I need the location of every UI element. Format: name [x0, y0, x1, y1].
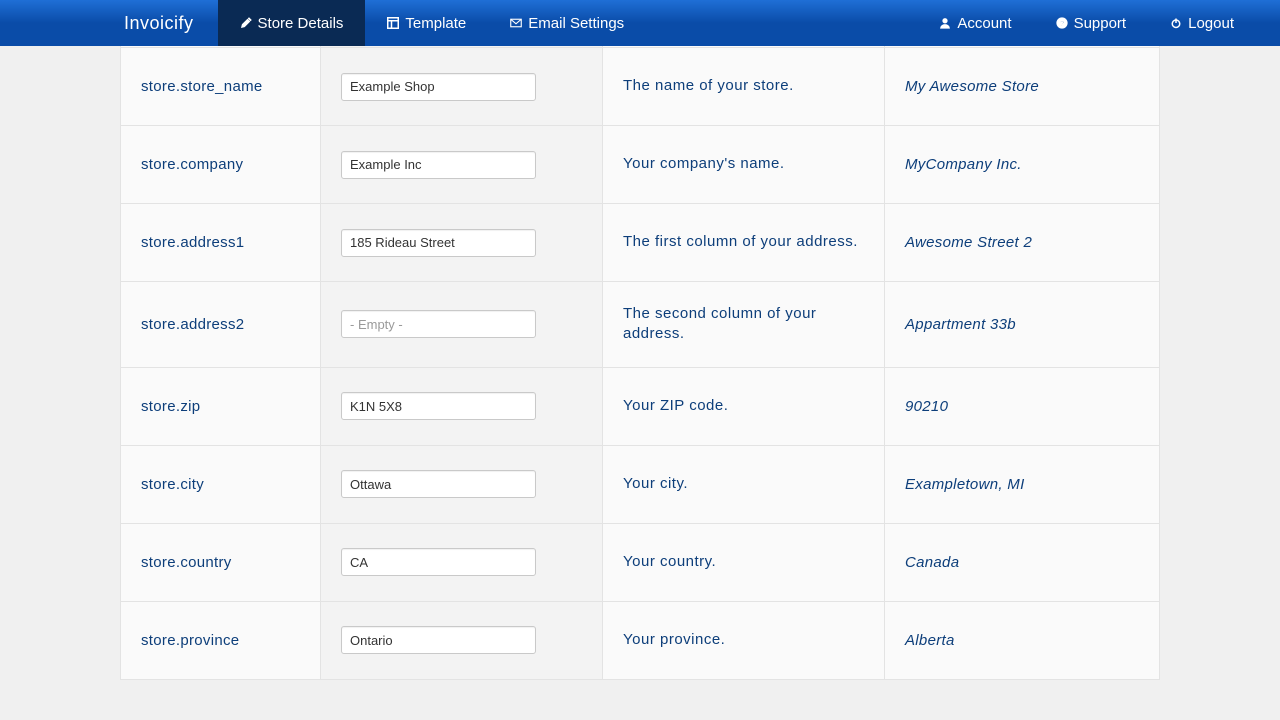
nav-label: Support	[1074, 15, 1127, 32]
field-example: Canada	[885, 523, 1160, 601]
field-code: store.company	[121, 126, 321, 204]
field-description: Your city.	[603, 445, 885, 523]
field-example: Appartment 33b	[885, 282, 1160, 368]
field-input[interactable]	[341, 392, 536, 420]
field-example: Exampletown, MI	[885, 445, 1160, 523]
table-row: store.city Your city.Exampletown, MI	[121, 445, 1160, 523]
table-row: store.zip Your ZIP code.90210	[121, 367, 1160, 445]
field-input-cell	[321, 523, 603, 601]
nav-account[interactable]: Account	[917, 0, 1033, 46]
field-description: Your country.	[603, 523, 885, 601]
field-code: store.address1	[121, 204, 321, 282]
field-input[interactable]	[341, 310, 536, 338]
field-input[interactable]	[341, 548, 536, 576]
field-input-cell	[321, 601, 603, 679]
nav-logout[interactable]: Logout	[1148, 0, 1256, 46]
page-body: store.store_name The name of your store.M…	[0, 46, 1280, 720]
field-input[interactable]	[341, 626, 536, 654]
nav-label: Logout	[1188, 15, 1234, 32]
nav-label: Email Settings	[528, 15, 624, 32]
field-code: store.province	[121, 601, 321, 679]
field-input[interactable]	[341, 151, 536, 179]
nav-template[interactable]: Template	[365, 0, 488, 46]
field-description: The second column of your address.	[603, 282, 885, 368]
field-input[interactable]	[341, 470, 536, 498]
field-input-cell	[321, 367, 603, 445]
svg-text:?: ?	[1059, 19, 1064, 28]
field-code: store.address2	[121, 282, 321, 368]
table-row: store.country Your country.Canada	[121, 523, 1160, 601]
pencil-icon	[240, 17, 252, 29]
field-description: The name of your store.	[603, 48, 885, 126]
table-row: store.company Your company's name.MyCompa…	[121, 126, 1160, 204]
field-example: Alberta	[885, 601, 1160, 679]
field-example: 90210	[885, 367, 1160, 445]
user-icon	[939, 17, 951, 29]
nav-label: Template	[405, 15, 466, 32]
field-code: store.store_name	[121, 48, 321, 126]
field-input-cell	[321, 282, 603, 368]
nav-right: Account? Support Logout	[917, 0, 1256, 46]
table-row: store.province Your province.Alberta	[121, 601, 1160, 679]
nav-label: Store Details	[258, 15, 344, 32]
power-icon	[1170, 17, 1182, 29]
field-input[interactable]	[341, 229, 536, 257]
field-input-cell	[321, 204, 603, 282]
store-fields-tbody: store.store_name The name of your store.M…	[121, 46, 1160, 679]
brand-logo: Invoicify	[100, 0, 218, 46]
field-input-cell	[321, 445, 603, 523]
field-description: Your ZIP code.	[603, 367, 885, 445]
layout-icon	[387, 17, 399, 29]
field-example: Awesome Street 2	[885, 204, 1160, 282]
field-code: store.zip	[121, 367, 321, 445]
nav-email[interactable]: Email Settings	[488, 0, 646, 46]
nav-left: Store Details Template Email Settings	[218, 0, 647, 46]
store-fields-table: store.store_name The name of your store.M…	[120, 46, 1160, 680]
content-panel: store.store_name The name of your store.M…	[120, 46, 1160, 720]
table-row: store.store_name The name of your store.M…	[121, 48, 1160, 126]
table-row: store.address1 The first column of your a…	[121, 204, 1160, 282]
nav-support[interactable]: ? Support	[1034, 0, 1149, 46]
envelope-icon	[510, 17, 522, 29]
table-row: store.address2 The second column of your …	[121, 282, 1160, 368]
field-code: store.city	[121, 445, 321, 523]
question-icon: ?	[1056, 17, 1068, 29]
field-example: MyCompany Inc.	[885, 126, 1160, 204]
field-input-cell	[321, 126, 603, 204]
field-input[interactable]	[341, 73, 536, 101]
top-nav: Invoicify Store Details Template Email Set…	[0, 0, 1280, 46]
field-code: store.country	[121, 523, 321, 601]
field-example: My Awesome Store	[885, 48, 1160, 126]
field-description: Your company's name.	[603, 126, 885, 204]
field-input-cell	[321, 48, 603, 126]
nav-store-details[interactable]: Store Details	[218, 0, 366, 46]
field-description: Your province.	[603, 601, 885, 679]
nav-label: Account	[957, 15, 1011, 32]
field-description: The first column of your address.	[603, 204, 885, 282]
